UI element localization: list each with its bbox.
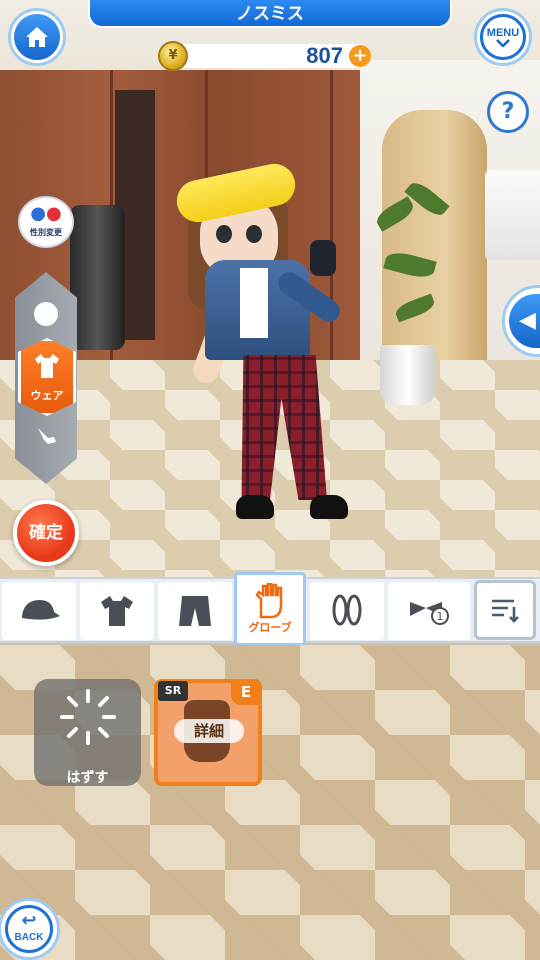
face-category-button[interactable] bbox=[34, 302, 58, 326]
wear-label: ウェア bbox=[30, 389, 64, 402]
tab-accessory[interactable]: 1 bbox=[388, 582, 470, 640]
unequip-button[interactable]: はずす bbox=[34, 679, 141, 786]
club-category-button[interactable] bbox=[34, 425, 58, 458]
cap-icon bbox=[22, 600, 60, 620]
tab-gloves[interactable]: グローブ bbox=[234, 572, 306, 646]
back-label: BACK bbox=[14, 932, 44, 943]
confirm-button[interactable]: 確定 bbox=[13, 500, 79, 566]
gender-change-button[interactable]: ●● 性別変更 bbox=[18, 196, 74, 248]
shirt-icon bbox=[101, 596, 133, 626]
tab-gloves-label: グローブ bbox=[248, 619, 292, 635]
add-currency-button[interactable]: + bbox=[349, 45, 371, 67]
sort-button[interactable] bbox=[474, 580, 536, 640]
rarity-badge: SR bbox=[158, 681, 188, 701]
pants-icon bbox=[179, 596, 211, 626]
home-button[interactable] bbox=[8, 8, 66, 66]
tab-cap[interactable] bbox=[2, 582, 76, 640]
currency-amount: 807 bbox=[306, 43, 343, 68]
gender-icon: ●● bbox=[30, 203, 62, 224]
return-arrow-icon: ↩ bbox=[21, 910, 37, 931]
eye bbox=[246, 225, 262, 243]
wear-category-button[interactable]: ウェア bbox=[18, 338, 76, 416]
sort-icon bbox=[492, 599, 519, 623]
page-title: ノスミス bbox=[88, 0, 452, 28]
club-icon bbox=[38, 428, 56, 444]
plaid-pants bbox=[241, 355, 327, 500]
menu-icon: MENU bbox=[480, 14, 526, 60]
shirt-icon bbox=[21, 351, 73, 391]
menu-label: MENU bbox=[486, 27, 520, 39]
chevron-down-icon bbox=[496, 39, 510, 47]
avatar-character bbox=[170, 150, 360, 540]
plant-pot bbox=[380, 345, 435, 405]
tab-shoes[interactable] bbox=[310, 582, 384, 640]
right-shoe bbox=[310, 495, 348, 519]
back-button[interactable]: ↩ BACK bbox=[0, 898, 60, 960]
unequip-icon bbox=[34, 685, 141, 767]
menu-button[interactable]: MENU bbox=[474, 8, 532, 66]
white-shirt bbox=[240, 268, 268, 338]
sink bbox=[485, 170, 540, 260]
svg-text:1: 1 bbox=[437, 610, 444, 623]
ribbon-icon: 1 bbox=[410, 602, 449, 625]
tab-pants[interactable] bbox=[158, 582, 232, 640]
glove-icon bbox=[255, 583, 283, 619]
tab-shirt[interactable] bbox=[80, 582, 154, 640]
left-shoe bbox=[236, 495, 274, 519]
chevron-left-icon: ◀ bbox=[509, 294, 540, 348]
home-icon bbox=[14, 14, 60, 60]
back-icon: ↩ BACK bbox=[5, 905, 53, 953]
character-scene bbox=[0, 0, 540, 580]
item-detail-button[interactable]: 詳細 bbox=[174, 719, 244, 743]
equipped-badge: E bbox=[231, 679, 261, 705]
unequip-label: はずす bbox=[66, 770, 109, 786]
golf-bag bbox=[70, 205, 125, 350]
black-glove bbox=[310, 240, 336, 276]
help-button[interactable]: ? bbox=[487, 91, 529, 133]
eye bbox=[216, 225, 232, 243]
gender-change-label: 性別変更 bbox=[30, 228, 62, 237]
coin-icon: ¥ bbox=[158, 41, 188, 71]
shoes-icon bbox=[332, 594, 362, 626]
